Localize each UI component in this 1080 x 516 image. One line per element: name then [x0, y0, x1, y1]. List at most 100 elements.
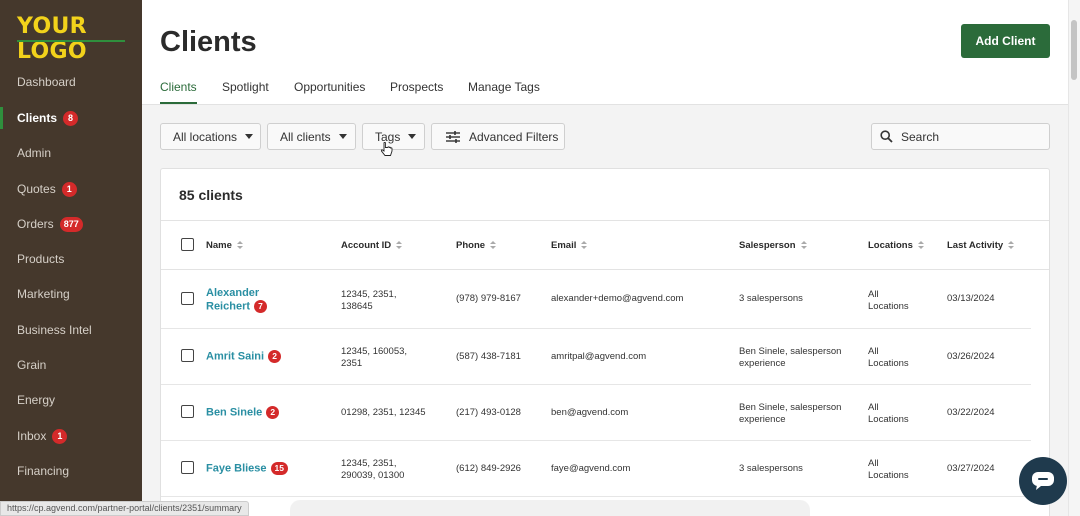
client-name-link[interactable]: Alexander Reichert 7: [206, 287, 268, 313]
salesperson-cell: 3 salespersons: [739, 293, 803, 305]
clients-filter[interactable]: All clients: [267, 123, 356, 150]
divider: [161, 269, 1049, 270]
sidebar-item-inbox[interactable]: Inbox 1: [0, 421, 142, 451]
account-id-text: 12345, 2351,: [341, 458, 397, 469]
search-input[interactable]: [901, 129, 1041, 144]
last-activity-cell: 03/26/2024: [947, 351, 995, 362]
sidebar-item-energy[interactable]: Energy: [0, 385, 142, 415]
add-client-button[interactable]: Add Client: [961, 24, 1050, 58]
sidebar-item-label: Products: [17, 252, 65, 266]
column-header-label: Phone: [456, 240, 486, 251]
sidebar-item-label: Financing: [17, 464, 70, 478]
client-name-link[interactable]: Faye Bliese 15: [206, 462, 289, 475]
locations-cell: All Locations: [868, 289, 909, 312]
caret-down-icon: [408, 134, 417, 139]
column-header-name[interactable]: Name: [206, 240, 243, 251]
tab-opportunities[interactable]: Opportunities: [294, 80, 365, 94]
account-id-cell: 12345, 2351, 290039, 01300: [341, 458, 404, 481]
account-id-text: 138645: [341, 300, 373, 312]
select-all-checkbox[interactable]: [181, 238, 194, 251]
divider: [161, 220, 1049, 221]
divider: [161, 496, 1031, 497]
client-name: Faye Bliese: [206, 462, 267, 475]
bottom-fade-overlay: [290, 500, 810, 516]
chat-button[interactable]: [1019, 457, 1067, 505]
sidebar-item-label: Energy: [17, 393, 56, 407]
email-cell: amritpal@agvend.com: [551, 351, 647, 362]
sidebar-item-business-intel[interactable]: Business Intel: [0, 315, 142, 345]
sidebar-item-marketing[interactable]: Marketing: [0, 279, 142, 309]
divider: [161, 328, 1031, 329]
sidebar-item-orders[interactable]: Orders 877: [0, 209, 142, 239]
tab-prospects[interactable]: Prospects: [390, 80, 443, 94]
salesperson-text: experience: [739, 413, 786, 425]
sidebar-item-admin[interactable]: Admin: [0, 138, 142, 168]
scrollbar-thumb[interactable]: [1071, 20, 1077, 80]
brand-logo[interactable]: YOUR LOGO: [17, 14, 142, 64]
search-box[interactable]: [871, 123, 1050, 150]
column-header-label: Email: [551, 240, 577, 251]
locations-text: Locations: [868, 357, 909, 369]
row-checkbox[interactable]: [181, 461, 194, 474]
tab-clients[interactable]: Clients: [160, 80, 197, 104]
sliders-icon: [446, 130, 460, 143]
locations-cell: All Locations: [868, 346, 909, 369]
sidebar-item-clients[interactable]: Clients 8: [0, 103, 142, 133]
sidebar-item-label: Grain: [17, 358, 47, 372]
locations-text: All: [868, 458, 879, 469]
browser-status-url: https://cp.agvend.com/partner-portal/cli…: [0, 501, 249, 516]
tab-spotlight[interactable]: Spotlight: [222, 80, 269, 94]
tags-filter[interactable]: Tags: [362, 123, 425, 150]
sidebar-item-label: Dashboard: [17, 75, 76, 89]
account-id-cell: 01298, 2351, 12345: [341, 407, 426, 418]
sidebar-item-label: Orders: [17, 217, 54, 231]
locations-filter[interactable]: All locations: [160, 123, 261, 150]
sidebar-item-quotes[interactable]: Quotes 1: [0, 174, 142, 204]
column-header-label: Locations: [868, 240, 913, 251]
row-checkbox[interactable]: [181, 349, 194, 362]
tab-manage-tags[interactable]: Manage Tags: [468, 80, 540, 94]
phone-cell: (612) 849-2926: [456, 463, 521, 474]
sidebar-item-grain[interactable]: Grain: [0, 350, 142, 380]
page-header: Clients Add Client Clients Spotlight Opp…: [142, 0, 1068, 105]
logo-underline: [17, 40, 125, 42]
salesperson-cell: Ben Sinele, salesperson experience: [739, 402, 841, 425]
divider: [161, 384, 1031, 385]
sort-icon: [581, 241, 588, 250]
clients-card: 85 clients Name Account ID Phone Email S…: [160, 168, 1050, 516]
column-header-locations[interactable]: Locations: [868, 240, 924, 251]
sidebar-item-label: Marketing: [17, 287, 70, 301]
sort-icon: [396, 241, 403, 250]
account-id-text: 290039, 01300: [341, 469, 405, 481]
row-checkbox[interactable]: [181, 292, 194, 305]
sort-icon: [236, 241, 243, 250]
client-name-link[interactable]: Amrit Saini 2: [206, 350, 282, 363]
sort-icon: [1008, 241, 1015, 250]
sidebar-item-label: Admin: [17, 146, 52, 160]
advanced-filters-button[interactable]: Advanced Filters: [431, 123, 565, 150]
client-name-link[interactable]: Ben Sinele 2: [206, 406, 280, 419]
column-header-email[interactable]: Email: [551, 240, 588, 251]
sidebar-badge-quotes: 1: [61, 181, 77, 197]
row-checkbox[interactable]: [181, 405, 194, 418]
sidebar-item-dashboard[interactable]: Dashboard: [0, 67, 142, 97]
page-title: Clients: [160, 26, 257, 58]
locations-cell: All Locations: [868, 402, 909, 425]
column-header-salesperson[interactable]: Salesperson: [739, 240, 807, 251]
account-id-text: 12345, 2351,: [341, 289, 397, 300]
account-id-text: 12345, 160053,: [341, 346, 408, 357]
column-header-phone[interactable]: Phone: [456, 240, 497, 251]
salesperson-text: 3 salespersons: [739, 293, 803, 304]
sidebar-item-financing[interactable]: Financing: [0, 456, 142, 486]
salesperson-cell: 3 salespersons: [739, 463, 803, 474]
email-cell: ben@agvend.com: [551, 407, 629, 418]
chat-bubble-icon: [1032, 472, 1054, 490]
column-header-account-id[interactable]: Account ID: [341, 240, 403, 251]
sidebar-badge-orders: 877: [59, 216, 83, 232]
column-header-last-activity[interactable]: Last Activity: [947, 240, 1015, 251]
client-badge: 15: [270, 462, 289, 475]
client-name: Amrit Saini: [206, 350, 265, 363]
sort-icon: [917, 241, 924, 250]
phone-cell: (217) 493-0128: [456, 407, 521, 418]
sidebar-item-products[interactable]: Products: [0, 244, 142, 274]
